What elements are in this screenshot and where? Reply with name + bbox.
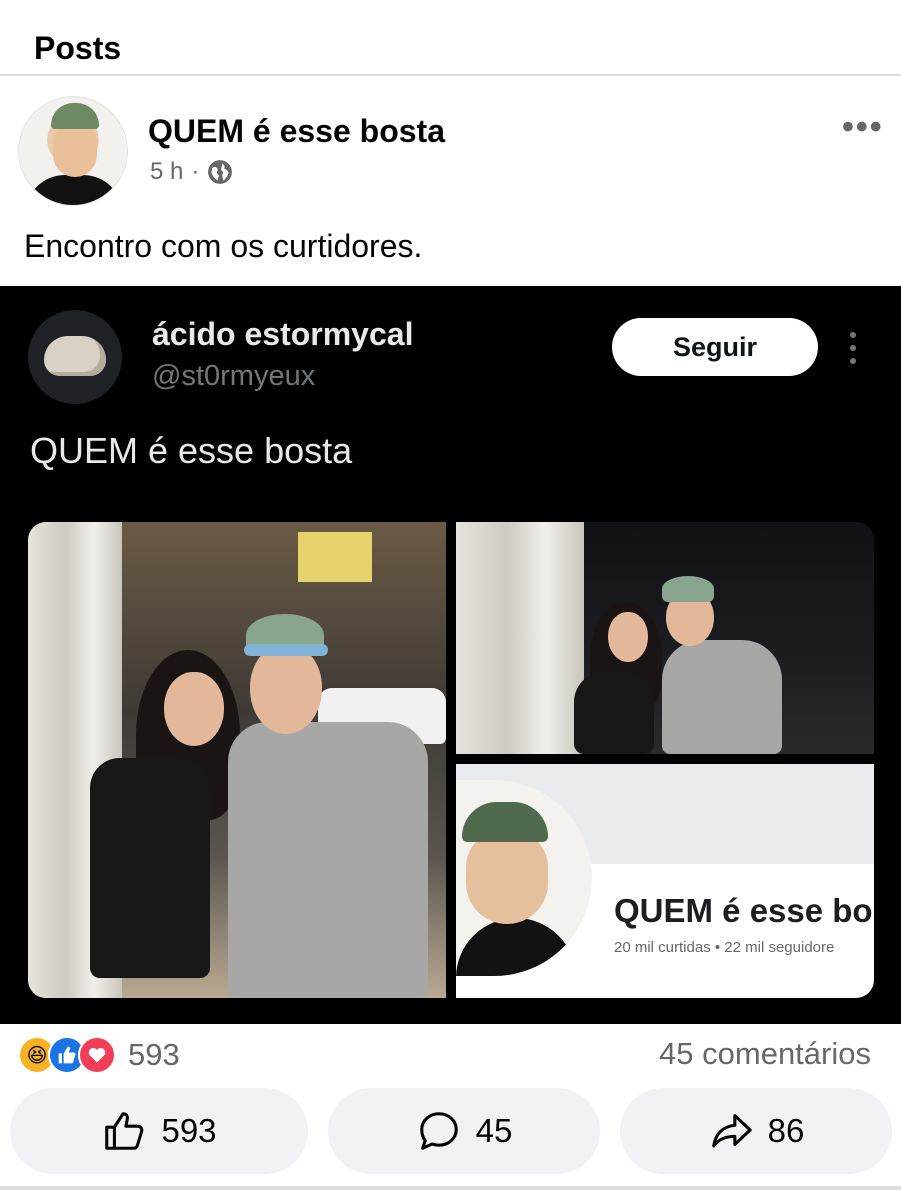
comment-button[interactable]: 45 <box>328 1088 600 1174</box>
author-avatar[interactable] <box>18 96 128 206</box>
globe-icon <box>208 160 233 184</box>
comment-count: 45 <box>475 1112 513 1149</box>
tweet-display-name: ácido estormycal <box>152 316 414 352</box>
profile-card-stats: 20 mil curtidas • 22 mil seguidore <box>614 939 835 956</box>
reaction-count: 593 <box>128 1037 180 1072</box>
comment-bubble-icon <box>419 1112 458 1150</box>
like-count: 593 <box>161 1112 217 1149</box>
tweet-photo-night <box>456 522 874 754</box>
meta-separator: · <box>191 158 200 185</box>
tweet-photo-selfie <box>28 522 446 998</box>
love-icon <box>78 1036 116 1074</box>
tweet-avatar <box>28 310 122 404</box>
reactions-summary[interactable]: 😆 593 <box>18 1036 180 1074</box>
tweet-handle: @st0rmyeux <box>152 360 316 392</box>
tweet-text: QUEM é esse bosta <box>30 430 353 471</box>
like-button[interactable]: 593 <box>10 1088 308 1174</box>
comments-count-link[interactable]: 45 comentários <box>659 1036 871 1072</box>
share-button[interactable]: 86 <box>620 1088 892 1174</box>
follow-button: Seguir <box>612 318 818 376</box>
page-title: Posts <box>34 30 122 66</box>
more-vertical-icon <box>846 332 860 364</box>
author-name[interactable]: QUEM é esse bosta <box>148 113 445 150</box>
share-arrow-icon <box>711 1114 752 1148</box>
thumbs-up-icon <box>105 1112 144 1150</box>
post-time[interactable]: 5 h <box>150 158 183 186</box>
post-meta: 5 h · <box>150 158 233 186</box>
post-text: Encontro com os curtidores. <box>24 228 423 264</box>
tweet-photo-profile-card: QUEM é esse bo 20 mil curtidas • 22 mil … <box>456 764 874 998</box>
share-count: 86 <box>767 1112 805 1149</box>
more-horizontal-icon[interactable]: ••• <box>842 110 884 144</box>
divider <box>0 1186 901 1190</box>
profile-card-name: QUEM é esse bo <box>614 892 873 929</box>
page-header: Posts <box>0 0 901 76</box>
